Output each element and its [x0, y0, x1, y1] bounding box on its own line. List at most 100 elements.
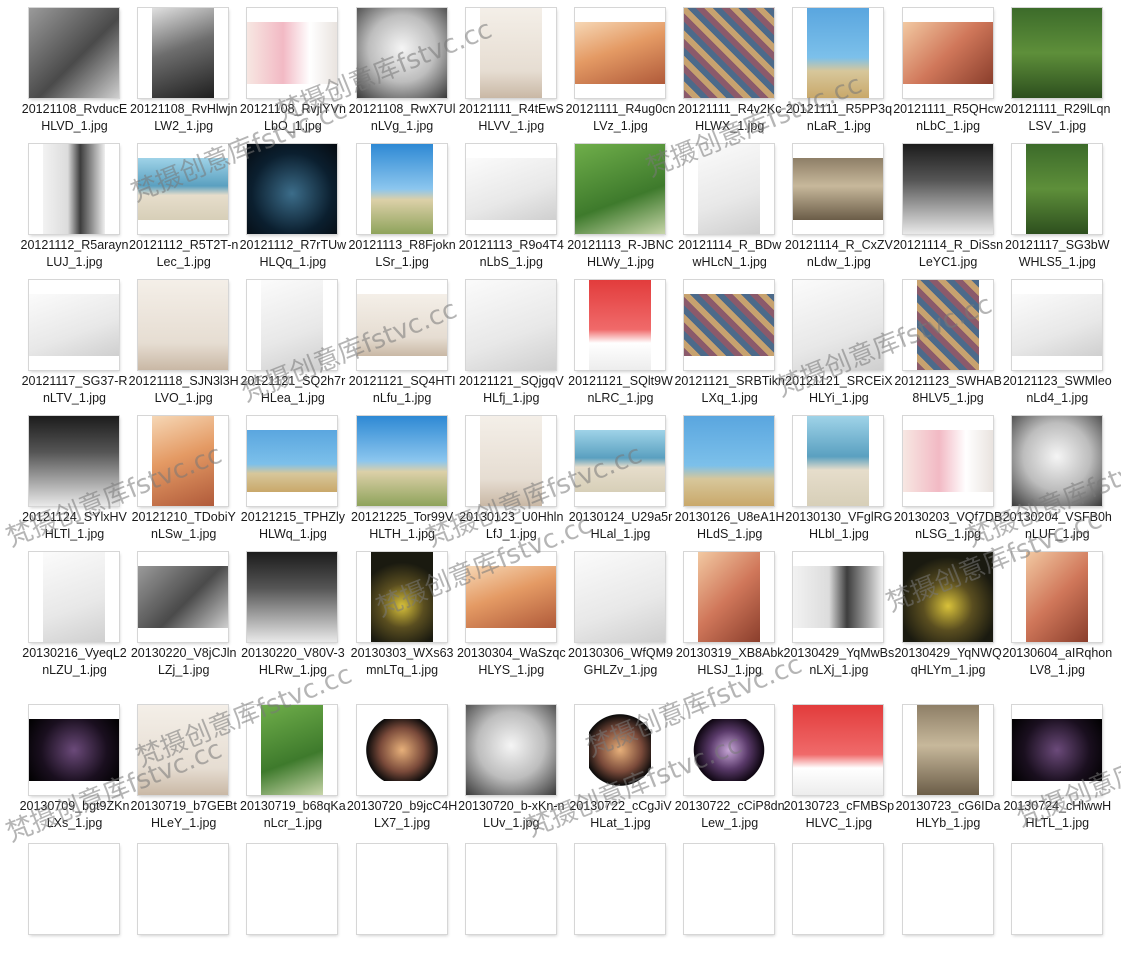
file-item[interactable]: 20130429_YqNWQqHLYm_1.jpg: [893, 546, 1004, 679]
file-thumbnail[interactable]: [138, 280, 229, 370]
file-item[interactable]: 20121111_R4v2KcHLWX_1.jpg: [674, 2, 785, 135]
file-name[interactable]: 20130319_XB8AbkHLSJ_1.jpg: [674, 645, 785, 679]
file-item[interactable]: 20121123_SWHAB8HLV5_1.jpg: [894, 274, 1003, 405]
file-name[interactable]: 20121113_R-JBNCHLWy_1.jpg: [565, 237, 676, 271]
file-thumbnail[interactable]: [902, 552, 993, 642]
file-thumbnail[interactable]: [1011, 844, 1102, 934]
file-name[interactable]: 20121117_SG3bWWHLS5_1.jpg: [1002, 237, 1113, 271]
file-item[interactable]: 20130722_cCiP8dnLew_1.jpg: [674, 699, 785, 832]
file-thumbnail[interactable]: [1011, 280, 1102, 370]
file-thumbnail[interactable]: [138, 705, 229, 795]
file-item[interactable]: 20121112_R5T2T-nLec_1.jpg: [129, 138, 238, 269]
file-name[interactable]: 20130604_aIRqhonLV8_1.jpg: [1002, 645, 1113, 679]
file-thumbnail[interactable]: [684, 416, 775, 506]
file-name[interactable]: 20130724_cHlwwHHLTL_1.jpg: [1002, 798, 1113, 832]
file-thumbnail[interactable]: [247, 8, 338, 98]
file-item[interactable]: 20130720_b-xKn-nLUv_1.jpg: [457, 699, 566, 830]
file-thumbnail[interactable]: [1011, 705, 1102, 795]
file-name[interactable]: 20130123_U0HhlnLfJ_1.jpg: [456, 509, 567, 543]
file-thumbnail[interactable]: [247, 844, 338, 934]
file-thumbnail[interactable]: [29, 552, 119, 642]
file-thumbnail[interactable]: [465, 552, 556, 642]
file-name[interactable]: 20121113_R8FjoknLSr_1.jpg: [347, 237, 458, 271]
file-thumbnail[interactable]: [29, 844, 119, 934]
file-item[interactable]: 20121114_R_CxZVnLdw_1.jpg: [783, 138, 894, 271]
file-item[interactable]: 20121108_RwX7UlnLVg_1.jpg: [348, 2, 457, 133]
file-name[interactable]: 20130429_YqNWQqHLYm_1.jpg: [893, 645, 1004, 679]
file-thumbnail[interactable]: [575, 416, 665, 506]
file-thumbnail[interactable]: [247, 705, 338, 795]
file-item[interactable]: 20130303_WXs63mnLTq_1.jpg: [348, 546, 457, 677]
file-thumbnail[interactable]: [902, 844, 993, 934]
file-thumbnail[interactable]: [356, 8, 447, 98]
file-thumbnail[interactable]: [684, 844, 775, 934]
file-item[interactable]: 20130429_YqMwBsnLXj_1.jpg: [784, 546, 894, 677]
file-item[interactable]: 20121111_R5PP3qnLaR_1.jpg: [784, 2, 893, 133]
file-item[interactable]: 20130719_b68qKanLcr_1.jpg: [237, 699, 348, 832]
file-item[interactable]: 20121108_RvjlYVnLbO_1.jpg: [237, 2, 348, 135]
file-name[interactable]: 20121121_SRCEiXHLYi_1.jpg: [783, 373, 894, 407]
file-name[interactable]: 20130304_WaSzqcHLYS_1.jpg: [456, 645, 567, 679]
file-name[interactable]: 20130720_b9jcC4HLX7_1.jpg: [347, 798, 458, 832]
file-thumbnail[interactable]: [793, 552, 884, 642]
file-thumbnail[interactable]: [1011, 144, 1102, 234]
file-item[interactable]: 20130204_VSFB0hnLUF_1.jpg: [1002, 410, 1113, 543]
file-item[interactable]: 20121112_R5araynLUJ_1.jpg: [20, 138, 129, 269]
file-name[interactable]: 20130719_b68qKanLcr_1.jpg: [237, 798, 348, 832]
file-thumbnail[interactable]: [247, 552, 338, 642]
file-thumbnail[interactable]: [356, 552, 447, 642]
file-thumbnail[interactable]: [902, 705, 993, 795]
file-thumbnail[interactable]: [1011, 552, 1102, 642]
file-item[interactable]: 20121111_R4ug0cnLVz_1.jpg: [565, 2, 676, 135]
file-item[interactable]: 20121121_SQlt9WnLRC_1.jpg: [565, 274, 676, 407]
file-name[interactable]: 20121121_SQlt9WnLRC_1.jpg: [565, 373, 676, 407]
file-name[interactable]: 20121108_RvducEHLVD_1.jpg: [19, 101, 130, 135]
file-thumbnail[interactable]: [29, 705, 119, 795]
file-name[interactable]: 20121123_SWMleonLd4_1.jpg: [1002, 373, 1113, 407]
file-name[interactable]: 20130723_cFMBSpHLVC_1.jpg: [783, 798, 895, 832]
file-thumbnail[interactable]: [684, 552, 775, 642]
file-name[interactable]: 20121114_R_CxZVnLdw_1.jpg: [783, 237, 894, 271]
file-thumbnail[interactable]: [29, 280, 119, 370]
file-name[interactable]: 20121112_R7rTUwHLQq_1.jpg: [237, 237, 348, 271]
file-item[interactable]: 20121113_R8FjoknLSr_1.jpg: [347, 138, 458, 271]
file-name[interactable]: 20121111_R4v2KcHLWX_1.jpg: [674, 101, 785, 135]
file-item[interactable]: 20121121_SQ2h7rHLea_1.jpg: [238, 274, 347, 405]
file-item[interactable]: 20121114_R_DiSsnLeYC1.jpg: [893, 138, 1004, 271]
file-name[interactable]: 20121114_R_DiSsnLeYC1.jpg: [893, 237, 1004, 271]
file-name[interactable]: 20130220_V80V-3HLRw_1.jpg: [237, 645, 348, 679]
file-item[interactable]: 20121117_SG3bWWHLS5_1.jpg: [1002, 138, 1113, 271]
file-item[interactable]: 20121117_SG37-RnLTV_1.jpg: [20, 274, 129, 405]
file-thumbnail[interactable]: [793, 844, 884, 934]
file-item[interactable]: 20130720_b9jcC4HLX7_1.jpg: [347, 699, 458, 832]
file-name[interactable]: 20121111_R5QHcwnLbC_1.jpg: [893, 101, 1004, 135]
file-name[interactable]: 20121111_R4ug0cnLVz_1.jpg: [565, 101, 676, 135]
file-item[interactable]: 20121111_R29lLqnLSV_1.jpg: [1002, 2, 1113, 135]
file-thumbnail[interactable]: [138, 416, 229, 506]
file-name[interactable]: 20130204_VSFB0hnLUF_1.jpg: [1002, 509, 1113, 543]
file-item[interactable]: 20121225_Tor99VHLTH_1.jpg: [348, 410, 457, 541]
file-name[interactable]: 20130722_cCgJiVHLat_1.jpg: [565, 798, 676, 832]
file-name[interactable]: 20130719_b7GEBtHLeY_1.jpg: [128, 798, 239, 832]
file-name[interactable]: 20130709_bgt9ZKnLXs_1.jpg: [19, 798, 130, 832]
file-name[interactable]: 20121210_TDobiYnLSw_1.jpg: [128, 509, 239, 543]
file-thumbnail[interactable]: [247, 280, 338, 370]
file-item[interactable]: 20130124_U29a5rHLal_1.jpg: [566, 410, 675, 541]
file-name[interactable]: 20130722_cCiP8dnLew_1.jpg: [674, 798, 785, 832]
file-thumbnail[interactable]: [465, 705, 556, 795]
file-item[interactable]: 20130319_XB8AbkHLSJ_1.jpg: [674, 546, 785, 679]
file-item[interactable]: 20121118_SJN3l3HLVO_1.jpg: [128, 274, 239, 407]
file-name[interactable]: 20130126_U8eA1HHLdS_1.jpg: [674, 509, 785, 543]
file-item[interactable]: 20130203_VQf7DBnLSG_1.jpg: [894, 410, 1003, 541]
file-thumbnail[interactable]: [29, 144, 119, 234]
file-name[interactable]: 20121108_RvjlYVnLbO_1.jpg: [237, 101, 348, 135]
file-thumbnail[interactable]: [684, 144, 775, 234]
file-item[interactable]: 20130126_U8eA1HHLdS_1.jpg: [674, 410, 785, 543]
file-thumbnail[interactable]: [684, 8, 775, 98]
file-thumbnail[interactable]: [138, 8, 229, 98]
file-name[interactable]: 20121113_R9o4T4nLbS_1.jpg: [456, 237, 567, 271]
file-name[interactable]: 20121111_R29lLqnLSV_1.jpg: [1002, 101, 1113, 135]
file-name[interactable]: 20121118_SJN3l3HLVO_1.jpg: [128, 373, 239, 407]
file-thumbnail[interactable]: [465, 144, 556, 234]
file-thumbnail[interactable]: [902, 8, 993, 98]
